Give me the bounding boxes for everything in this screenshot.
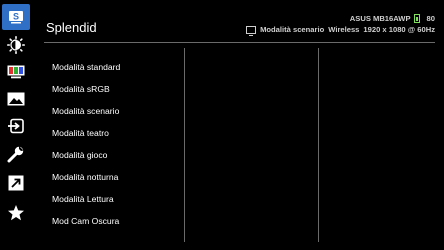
sidebar-item-favorite[interactable] — [2, 200, 30, 226]
sidebar-item-input-select[interactable] — [2, 113, 30, 139]
svg-text:S: S — [13, 12, 19, 22]
sidebar-item-system-setup[interactable] — [2, 141, 30, 167]
battery-level: 80 — [426, 14, 435, 23]
image-icon — [7, 92, 25, 106]
sidebar-item-shortcut[interactable] — [2, 170, 30, 196]
status-line: Modalità scenario Wireless 1920 x 1080 @… — [246, 25, 435, 36]
menu-item-standard[interactable]: Modalità standard — [52, 56, 192, 78]
splendid-mode-list: Modalità standard Modalità sRGB Modalità… — [52, 56, 192, 232]
menu-item-scenario[interactable]: Modalità scenario — [52, 100, 192, 122]
resolution: 1920 x 1080 @ 60Hz — [363, 25, 435, 34]
connection-type: Wireless — [328, 25, 360, 34]
header-divider — [44, 42, 435, 43]
menu-item-darkroom[interactable]: Mod Cam Oscura — [52, 210, 192, 232]
color-icon — [7, 65, 25, 79]
sidebar-item-color[interactable] — [2, 59, 30, 85]
current-mode: Modalità scenario — [260, 25, 325, 34]
input-select-icon — [8, 118, 24, 134]
menu-item-reading[interactable]: Modalità Lettura — [52, 188, 192, 210]
menu-item-game[interactable]: Modalità gioco — [52, 144, 192, 166]
status-header: ASUS MB16AWP 80 Modalità scenario Wirele… — [175, 12, 435, 38]
column-divider-right — [318, 48, 319, 242]
monitor-icon — [246, 25, 257, 36]
model-line: ASUS MB16AWP 80 — [350, 14, 435, 23]
shortcut-icon — [8, 175, 24, 191]
column-divider-left — [184, 48, 185, 242]
menu-item-night[interactable]: Modalità notturna — [52, 166, 192, 188]
splendid-icon: S — [9, 11, 23, 24]
page-title: Splendid — [46, 20, 97, 35]
battery-icon — [413, 14, 420, 23]
osd-menu: S Splendid ASUS MB16AWP 80 Modalità scen… — [0, 0, 444, 250]
sidebar-item-image[interactable] — [2, 86, 30, 112]
system-setup-icon — [7, 146, 24, 163]
sidebar-item-brightness[interactable] — [2, 32, 30, 58]
brightness-icon — [7, 36, 25, 54]
sidebar: S — [0, 0, 32, 250]
model-name: ASUS MB16AWP — [349, 14, 411, 23]
sidebar-item-splendid[interactable]: S — [2, 4, 30, 30]
favorite-icon — [8, 205, 24, 221]
menu-item-srgb[interactable]: Modalità sRGB — [52, 78, 192, 100]
menu-item-theater[interactable]: Modalità teatro — [52, 122, 192, 144]
main-panel: Splendid ASUS MB16AWP 80 Modalità scenar… — [36, 8, 439, 246]
